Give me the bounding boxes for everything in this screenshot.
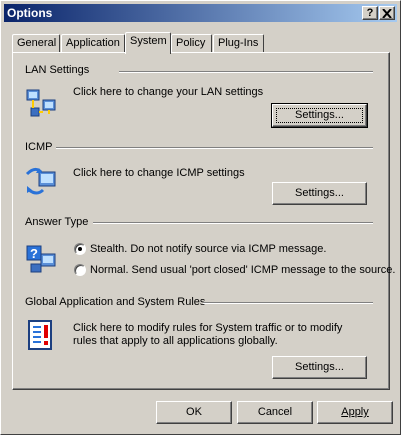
global-rules-heading: Global Application and System Rules — [25, 296, 206, 308]
tab-application[interactable]: Application — [61, 34, 125, 53]
icmp-settings-button[interactable]: Settings... — [272, 182, 367, 205]
lan-settings-button[interactable]: Settings... — [271, 103, 368, 128]
tab-general[interactable]: General — [12, 34, 60, 53]
global-rules-description-line2: rules that apply to all applications glo… — [73, 335, 278, 347]
global-rules-description-line1: Click here to modify rules for System tr… — [73, 322, 343, 334]
ok-button[interactable]: OK — [156, 401, 232, 424]
section-divider — [56, 147, 373, 149]
tab-system[interactable]: System — [125, 32, 171, 54]
icmp-arrows-icon — [25, 167, 56, 195]
svg-text:?: ? — [30, 246, 38, 261]
question-computer-icon: ? — [26, 245, 56, 273]
section-divider — [119, 71, 373, 73]
apply-button[interactable]: Apply — [317, 401, 393, 424]
window-title: Options — [7, 6, 53, 20]
stealth-radio[interactable] — [74, 243, 86, 255]
tab-plug-ins[interactable]: Plug-Ins — [213, 34, 264, 53]
title-bar[interactable]: Options ? — [4, 4, 397, 22]
global-rules-settings-button[interactable]: Settings... — [272, 356, 367, 379]
help-button[interactable]: ? — [362, 6, 378, 20]
section-divider — [203, 302, 373, 304]
icmp-description: Click here to change ICMP settings — [73, 167, 245, 179]
lan-settings-heading: LAN Settings — [25, 64, 90, 76]
radio-selected-dot — [78, 247, 82, 251]
tab-policy[interactable]: Policy — [171, 34, 212, 53]
cancel-button[interactable]: Cancel — [237, 401, 313, 424]
stealth-radio-label[interactable]: Stealth. Do not notify source via ICMP m… — [90, 243, 326, 255]
section-divider — [93, 222, 373, 224]
network-computers-icon — [26, 89, 56, 117]
apply-button-label: Apply — [341, 406, 369, 418]
close-icon — [382, 8, 392, 19]
lan-settings-description: Click here to change your LAN settings — [73, 86, 264, 98]
normal-radio-label[interactable]: Normal. Send usual 'port closed' ICMP me… — [90, 264, 395, 276]
icmp-heading: ICMP — [25, 141, 53, 153]
close-button[interactable] — [379, 6, 395, 20]
normal-radio[interactable] — [74, 264, 86, 276]
focus-rect — [276, 108, 363, 123]
answer-type-heading: Answer Type — [25, 216, 89, 228]
rules-document-icon — [28, 320, 52, 350]
options-dialog: Options ? General Application System Pol… — [0, 0, 401, 435]
